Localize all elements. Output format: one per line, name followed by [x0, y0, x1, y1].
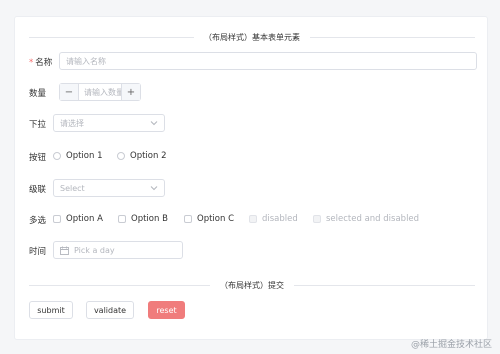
reset-button[interactable]: reset [148, 301, 185, 319]
submit-section-title: （布局样式）提交 [220, 280, 284, 290]
section-divider: （布局样式）基本表单元素 [29, 31, 475, 43]
checkbox-option-c[interactable]: Option C [184, 214, 234, 224]
name-input[interactable]: 请输入名称 [59, 52, 477, 70]
radio-circle [53, 152, 61, 160]
watermark: @稀土掘金技术社区 [410, 340, 492, 350]
checkbox-option-label: Option A [66, 214, 103, 224]
checkbox-box [118, 215, 126, 223]
checkbox-option-b[interactable]: Option B [118, 214, 168, 224]
name-placeholder: 请输入名称 [66, 56, 106, 66]
divider-line-right [294, 284, 475, 286]
cascader-label: 级联 [29, 185, 47, 195]
checkbox-label: 多选 [29, 216, 47, 226]
checkbox-option-label: Option B [131, 214, 168, 224]
form-card: （布局样式）基本表单元素 * 名称 请输入名称 数量 − 请输入数量 + 下拉 请… [14, 16, 488, 340]
checkbox-option-selected-disabled: selected and disabled [313, 214, 419, 224]
divider-line-left [29, 284, 210, 286]
checkbox-option-label: disabled [262, 214, 298, 224]
dropdown-select[interactable]: 请选择 [53, 114, 165, 132]
quantity-label: 数量 [29, 89, 47, 99]
checkbox-box [184, 215, 192, 223]
date-picker[interactable]: Pick a day [53, 241, 183, 259]
quantity-stepper[interactable]: − 请输入数量 + [59, 83, 141, 101]
quantity-input[interactable]: 请输入数量 [79, 84, 121, 100]
checkbox-box [53, 215, 61, 223]
checkbox-option-label: selected and disabled [326, 214, 420, 224]
checkbox-option-label: Option C [197, 214, 235, 224]
decrement-button[interactable]: − [60, 84, 79, 100]
divider-line-left [29, 36, 194, 38]
cascader-select[interactable]: Select [53, 179, 165, 197]
submit-section-divider: （布局样式）提交 [29, 279, 475, 291]
cascader-placeholder: Select [60, 183, 85, 193]
submit-button[interactable]: submit [29, 301, 73, 319]
validate-button[interactable]: validate [86, 301, 134, 319]
time-label: 时间 [29, 247, 47, 257]
dropdown-placeholder: 请选择 [60, 118, 84, 128]
chevron-down-icon [150, 186, 158, 191]
section-title: （布局样式）基本表单元素 [204, 32, 300, 42]
checkbox-box [249, 215, 257, 223]
radio-label: 按钮 [29, 153, 47, 163]
radio-option-label: Option 1 [66, 151, 103, 161]
date-placeholder: Pick a day [74, 245, 115, 255]
checkbox-box [313, 215, 321, 223]
radio-circle [117, 152, 125, 160]
dropdown-label: 下拉 [29, 120, 47, 130]
required-asterisk: * [29, 58, 34, 68]
radio-option-1[interactable]: Option 1 [53, 151, 102, 161]
calendar-icon [60, 246, 69, 255]
name-label-text: 名称 [35, 58, 53, 68]
name-label: * 名称 [29, 56, 52, 68]
checkbox-option-a[interactable]: Option A [53, 214, 103, 224]
chevron-down-icon [150, 121, 158, 126]
increment-button[interactable]: + [121, 84, 140, 100]
radio-option-label: Option 2 [130, 151, 167, 161]
radio-option-2[interactable]: Option 2 [117, 151, 166, 161]
checkbox-option-disabled: disabled [249, 214, 298, 224]
divider-line-right [310, 36, 475, 38]
